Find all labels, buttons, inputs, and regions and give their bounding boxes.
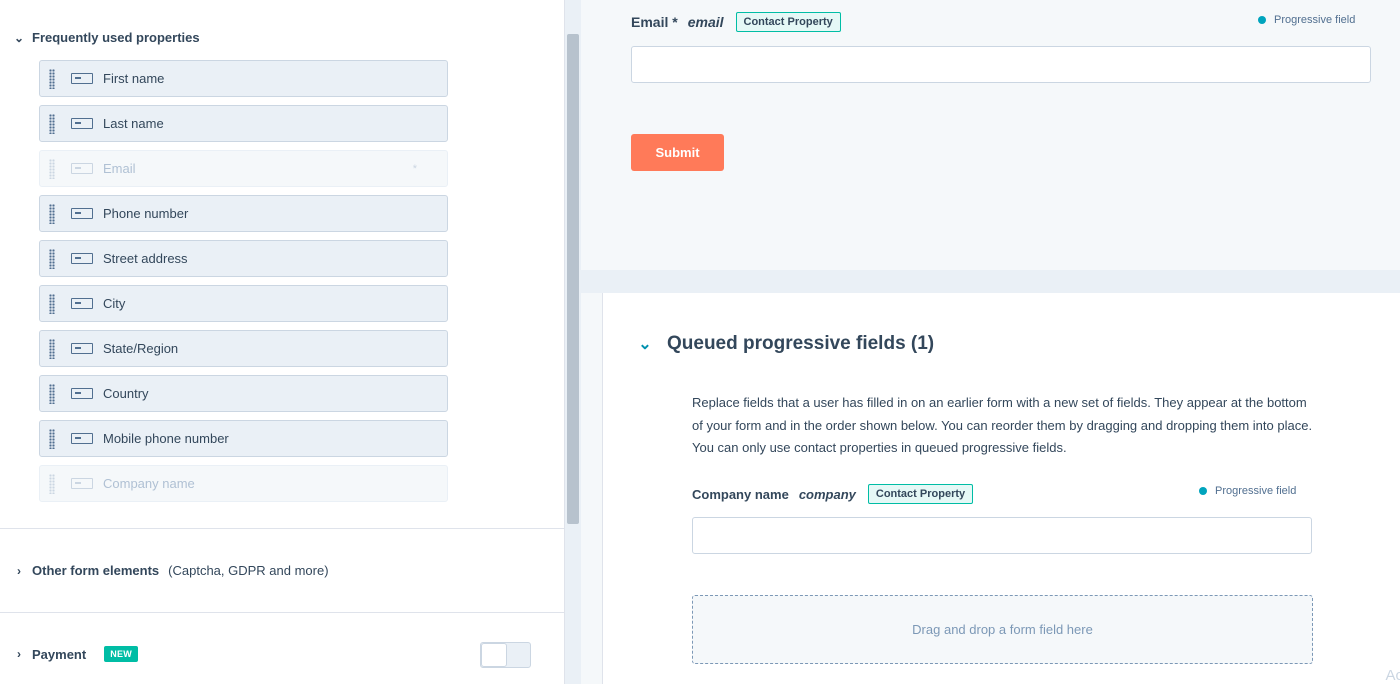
drag-handle-icon xyxy=(49,158,55,179)
field-item-street-address[interactable]: Street address xyxy=(39,240,448,277)
queued-fields-card: ⌄ Queued progressive fields (1) Replace … xyxy=(602,293,1400,684)
company-field-label[interactable]: Company name company Contact Property xyxy=(692,484,974,504)
section-divider xyxy=(0,612,564,613)
contact-property-tag: Contact Property xyxy=(867,484,974,504)
field-item-label: Last name xyxy=(103,116,164,131)
field-item-label: First name xyxy=(103,71,165,86)
chevron-down-icon: ⌄ xyxy=(13,30,25,45)
chevron-right-icon: › xyxy=(17,647,21,661)
email-field-label[interactable]: Email * email Contact Property xyxy=(631,12,841,32)
section-separator xyxy=(581,270,1400,293)
form-fields-area: Email * email Contact Property Progressi… xyxy=(581,0,1400,270)
text-field-icon xyxy=(71,163,93,174)
text-field-icon xyxy=(71,298,93,309)
email-input[interactable] xyxy=(631,46,1371,83)
form-preview: Email * email Contact Property Progressi… xyxy=(581,0,1400,684)
progressive-dot-icon xyxy=(1199,487,1207,495)
properties-sidebar: ⌄ Frequently used properties First name … xyxy=(0,0,565,684)
submit-button[interactable]: Submit xyxy=(631,134,724,171)
field-item-city[interactable]: City xyxy=(39,285,448,322)
progressive-dot-icon xyxy=(1258,16,1266,24)
progressive-field-label: Progressive field xyxy=(1274,14,1356,26)
field-item-last-name[interactable]: Last name xyxy=(39,105,448,142)
drag-handle-icon xyxy=(49,473,55,494)
toggle-knob xyxy=(481,643,507,667)
progressive-field-indicator: Progressive field xyxy=(1199,485,1296,497)
cut-off-text: Ac xyxy=(1385,667,1400,684)
drag-handle-icon[interactable] xyxy=(49,68,55,89)
required-marker: * xyxy=(412,162,417,175)
other-elements-title: Other form elements xyxy=(32,563,160,578)
company-property-name: company xyxy=(798,486,856,502)
payment-title: Payment xyxy=(32,646,87,662)
field-item-label: Country xyxy=(103,386,149,401)
payment-toggle[interactable] xyxy=(480,642,531,668)
text-field-icon xyxy=(71,433,93,444)
field-item-label: City xyxy=(103,296,126,311)
drag-handle-icon[interactable] xyxy=(49,428,55,449)
chevron-right-icon: › xyxy=(17,563,21,578)
drop-zone[interactable]: Drag and drop a form field here xyxy=(692,595,1313,664)
field-item-email: Email * xyxy=(39,150,448,187)
frequent-section-title: Frequently used properties xyxy=(32,30,200,45)
text-field-icon xyxy=(71,343,93,354)
contact-property-tag: Contact Property xyxy=(735,12,841,32)
payment-section-header[interactable]: › Payment NEW xyxy=(12,646,139,662)
chevron-down-icon: ⌄ xyxy=(638,336,652,353)
queued-fields-description: Replace fields that a user has filled in… xyxy=(692,395,1313,455)
scrollbar-thumb[interactable] xyxy=(567,34,579,524)
drag-handle-icon[interactable] xyxy=(49,383,55,404)
field-item-label: Phone number xyxy=(103,206,189,221)
new-badge: NEW xyxy=(104,646,139,662)
field-item-country[interactable]: Country xyxy=(39,375,448,412)
text-field-icon xyxy=(71,73,93,84)
queued-fields-title: Queued progressive fields (1) xyxy=(667,333,935,354)
field-item-label: Company name xyxy=(103,476,195,491)
section-divider xyxy=(0,528,564,529)
progressive-field-indicator: Progressive field xyxy=(1258,14,1355,26)
drag-handle-icon[interactable] xyxy=(49,203,55,224)
text-field-icon xyxy=(71,253,93,264)
text-field-icon xyxy=(71,118,93,129)
drag-handle-icon[interactable] xyxy=(49,113,55,134)
field-item-company-name: Company name xyxy=(39,465,448,502)
company-label-text: Company name xyxy=(692,486,789,502)
drag-handle-icon[interactable] xyxy=(49,293,55,314)
drag-handle-icon[interactable] xyxy=(49,338,55,359)
text-field-icon xyxy=(71,208,93,219)
text-field-icon xyxy=(71,388,93,399)
email-label-text: Email * xyxy=(631,14,678,30)
sidebar-scrollbar[interactable] xyxy=(565,0,581,684)
progressive-field-label: Progressive field xyxy=(1215,485,1297,497)
company-input[interactable] xyxy=(692,517,1312,554)
drop-zone-text: Drag and drop a form field here xyxy=(912,622,1093,637)
queued-fields-header[interactable]: ⌄ Queued progressive fields (1) xyxy=(637,333,934,355)
drag-handle-icon[interactable] xyxy=(49,248,55,269)
field-item-first-name[interactable]: First name xyxy=(39,60,448,97)
other-elements-section-header[interactable]: › Other form elements (Captcha, GDPR and… xyxy=(12,563,329,578)
frequent-section-header[interactable]: ⌄ Frequently used properties xyxy=(12,30,200,45)
field-item-phone-number[interactable]: Phone number xyxy=(39,195,448,232)
text-field-icon xyxy=(71,478,93,489)
field-item-label: Street address xyxy=(103,251,188,266)
field-item-label: Email xyxy=(103,161,136,176)
other-elements-subtitle: (Captcha, GDPR and more) xyxy=(168,563,329,578)
field-item-mobile-phone-number[interactable]: Mobile phone number xyxy=(39,420,448,457)
field-item-state-region[interactable]: State/Region xyxy=(39,330,448,367)
field-item-label: State/Region xyxy=(103,341,179,356)
field-item-label: Mobile phone number xyxy=(103,431,229,446)
email-property-name: email xyxy=(687,14,724,30)
